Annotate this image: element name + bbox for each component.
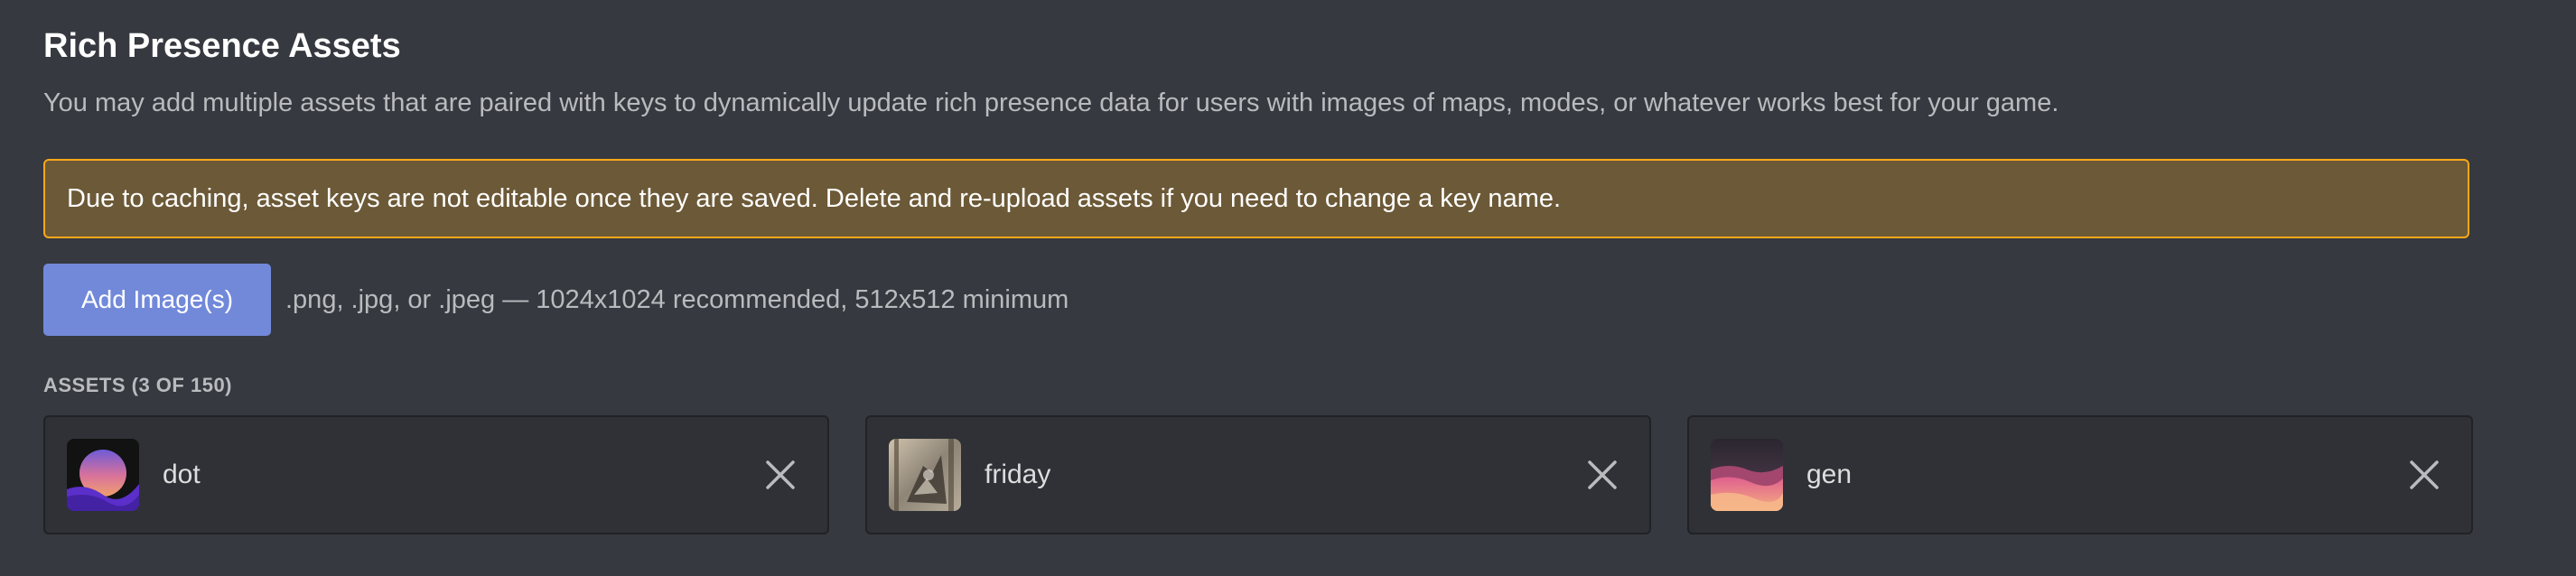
asset-card-dot: dot <box>43 415 829 534</box>
upload-format-hint: .png, .jpg, or .jpeg — 1024x1024 recomme… <box>285 284 1069 314</box>
close-icon <box>2410 460 2439 489</box>
section-description: You may add multiple assets that are pai… <box>43 88 2059 117</box>
asset-card-friday: friday <box>865 415 1651 534</box>
add-images-button[interactable]: Add Image(s) <box>43 264 271 336</box>
remove-asset-dot-button[interactable] <box>759 453 802 497</box>
section-title: Rich Presence Assets <box>43 27 401 65</box>
assets-grid: dot friday gen <box>43 415 2473 534</box>
dot-image <box>67 439 139 511</box>
remove-asset-friday-button[interactable] <box>1581 453 1624 497</box>
assets-count-label: ASSETS (3 OF 150) <box>43 374 233 396</box>
gen-image <box>1711 439 1783 511</box>
friday-image <box>889 439 961 511</box>
close-icon <box>766 460 795 489</box>
close-icon <box>1588 460 1617 489</box>
asset-key-dot[interactable]: dot <box>163 417 201 533</box>
asset-thumbnail-gen <box>1711 439 1783 511</box>
asset-thumbnail-dot <box>67 439 139 511</box>
caching-warning-banner: Due to caching, asset keys are not edita… <box>43 159 2469 238</box>
asset-card-gen: gen <box>1687 415 2473 534</box>
asset-key-friday[interactable]: friday <box>985 417 1050 533</box>
remove-asset-gen-button[interactable] <box>2403 453 2446 497</box>
upload-row: Add Image(s) .png, .jpg, or .jpeg — 1024… <box>43 264 1069 336</box>
asset-key-gen[interactable]: gen <box>1806 417 1852 533</box>
asset-thumbnail-friday <box>889 439 961 511</box>
warning-text: Due to caching, asset keys are not edita… <box>67 183 1562 213</box>
